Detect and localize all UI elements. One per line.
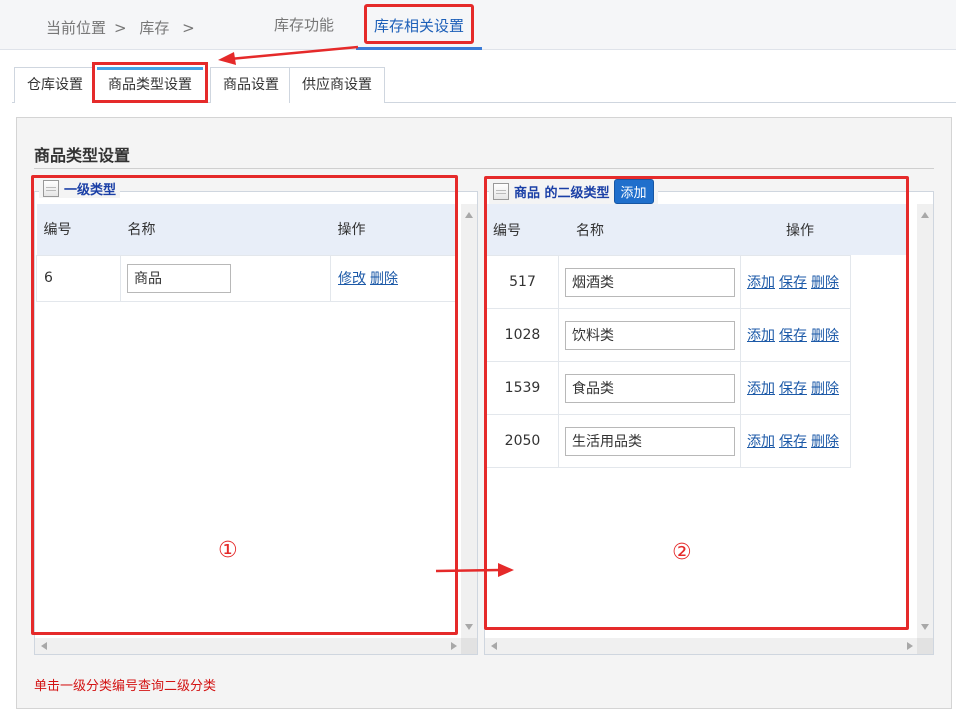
level1-name-cell xyxy=(120,254,331,302)
horizontal-scrollbar[interactable] xyxy=(485,638,919,654)
scroll-left-arrow[interactable] xyxy=(491,642,497,650)
table-row: 517 添加保存删除 xyxy=(486,255,851,309)
level2-ops-cell: 添加 保存 删除 xyxy=(740,308,851,362)
active-tab-indicator xyxy=(356,47,482,50)
tab-inventory-settings[interactable]: 库存相关设置 xyxy=(364,4,474,44)
table-row: 6 修改删除 xyxy=(36,254,457,302)
level2-id-cell: 1539 xyxy=(486,361,559,415)
breadcrumb: 当前位置 > 库存 > xyxy=(46,17,203,38)
add-link[interactable]: 添加 xyxy=(747,434,775,450)
scroll-left-arrow[interactable] xyxy=(41,642,47,650)
level2-name-input[interactable] xyxy=(565,267,735,297)
save-link[interactable]: 保存 xyxy=(779,275,807,291)
save-link[interactable]: 保存 xyxy=(779,381,807,397)
scroll-up-arrow[interactable] xyxy=(921,212,929,218)
delete-link[interactable]: 删除 xyxy=(370,271,398,287)
breadcrumb-separator: > xyxy=(114,19,127,37)
column-header-name: 名称 xyxy=(558,204,740,255)
level2-table: 编号 名称 操作 xyxy=(486,204,906,255)
level1-type-box: 一级类型 编号 名称 操作 6 修改删除 xyxy=(34,179,478,655)
table-header-row: 编号 名称 操作 xyxy=(36,204,457,255)
level2-name-cell xyxy=(558,414,741,468)
level2-name-input[interactable] xyxy=(565,320,735,350)
hint-text: 单击一级分类编号查询二级分类 xyxy=(34,679,217,694)
sub-tab-bar: 仓库设置 商品类型设置 商品设置 供应商设置 xyxy=(12,62,956,103)
page-title: 商品类型设置 xyxy=(34,146,131,165)
level2-ops-cell: 添加 保存 删除 xyxy=(740,255,851,309)
document-icon xyxy=(493,183,509,200)
level2-name-cell xyxy=(558,308,741,362)
column-header-id: 编号 xyxy=(486,204,558,255)
level1-legend-label: 一级类型 xyxy=(64,183,117,198)
vertical-scrollbar[interactable] xyxy=(461,204,477,638)
column-header-ops: 操作 xyxy=(330,204,457,255)
scroll-down-arrow[interactable] xyxy=(465,624,473,630)
save-link[interactable]: 保存 xyxy=(779,434,807,450)
breadcrumb-label: 当前位置 xyxy=(46,19,107,37)
column-header-id: 编号 xyxy=(36,204,121,255)
level2-legend-label: 商品 的二级类型 xyxy=(514,186,610,201)
add-link[interactable]: 添加 xyxy=(747,275,775,291)
annotation-marker-1: ① xyxy=(218,538,238,563)
level2-ops-cell: 添加 保存 删除 xyxy=(740,414,851,468)
add-link[interactable]: 添加 xyxy=(747,328,775,344)
level2-id-cell: 1028 xyxy=(486,308,559,362)
add-link[interactable]: 添加 xyxy=(747,381,775,397)
delete-link[interactable]: 删除 xyxy=(811,434,839,450)
scroll-down-arrow[interactable] xyxy=(921,624,929,630)
breadcrumb-item-inventory[interactable]: 库存 xyxy=(139,19,169,37)
tab-warehouse-settings[interactable]: 仓库设置 xyxy=(14,67,96,103)
settings-panel: 商品类型设置 一级类型 编号 名称 操作 6 修改删除 xyxy=(16,117,952,709)
level2-name-input[interactable] xyxy=(565,373,735,403)
add-subtype-button[interactable]: 添加 xyxy=(613,179,654,204)
tab-supplier-settings[interactable]: 供应商设置 xyxy=(289,67,385,103)
table-row: 1539 添加保存删除 xyxy=(486,361,851,415)
save-link[interactable]: 保存 xyxy=(779,328,807,344)
column-header-ops: 操作 xyxy=(740,204,906,255)
top-bar: 当前位置 > 库存 > 库存功能 库存相关设置 xyxy=(0,0,956,50)
level2-rows: 517 添加保存删除 1028 添加保存删除 1539 添加保存删除 2050 … xyxy=(486,255,851,468)
column-header-name: 名称 xyxy=(120,204,331,255)
level1-ops-cell: 修改 删除 xyxy=(330,254,457,302)
level1-id-cell[interactable]: 6 xyxy=(36,254,121,302)
level1-table: 编号 名称 操作 6 修改删除 xyxy=(36,204,457,302)
scroll-right-arrow[interactable] xyxy=(907,642,913,650)
document-icon xyxy=(43,180,59,197)
level2-legend: 商品 的二级类型 添加 xyxy=(489,179,658,204)
level2-name-cell xyxy=(558,255,741,309)
level1-legend: 一级类型 xyxy=(39,179,121,198)
delete-link[interactable]: 删除 xyxy=(811,275,839,291)
scrollbar-corner xyxy=(461,638,477,654)
table-row: 2050 添加保存删除 xyxy=(486,414,851,468)
edit-link[interactable]: 修改 xyxy=(338,271,366,287)
tab-product-type-settings[interactable]: 商品类型设置 xyxy=(92,62,208,103)
level2-type-box: 商品 的二级类型 添加 编号 名称 操作 517 添加保存删除 1028 添加保… xyxy=(484,179,934,655)
level2-name-input[interactable] xyxy=(565,426,735,456)
delete-link[interactable]: 删除 xyxy=(811,328,839,344)
level1-name-input[interactable] xyxy=(127,263,231,293)
level2-id-cell: 2050 xyxy=(486,414,559,468)
horizontal-scrollbar[interactable] xyxy=(35,638,463,654)
level2-id-cell: 517 xyxy=(486,255,559,309)
tab-product-settings[interactable]: 商品设置 xyxy=(210,67,292,103)
scroll-right-arrow[interactable] xyxy=(451,642,457,650)
level2-name-cell xyxy=(558,361,741,415)
breadcrumb-separator: > xyxy=(182,19,195,37)
scroll-up-arrow[interactable] xyxy=(465,212,473,218)
delete-link[interactable]: 删除 xyxy=(811,381,839,397)
table-header-row: 编号 名称 操作 xyxy=(486,204,906,255)
vertical-scrollbar[interactable] xyxy=(917,204,933,638)
level2-ops-cell: 添加 保存 删除 xyxy=(740,361,851,415)
scrollbar-corner xyxy=(917,638,933,654)
table-row: 1028 添加保存删除 xyxy=(486,308,851,362)
tab-inventory-functions[interactable]: 库存功能 xyxy=(274,14,334,35)
title-divider xyxy=(34,168,934,169)
annotation-marker-2: ② xyxy=(672,540,692,565)
